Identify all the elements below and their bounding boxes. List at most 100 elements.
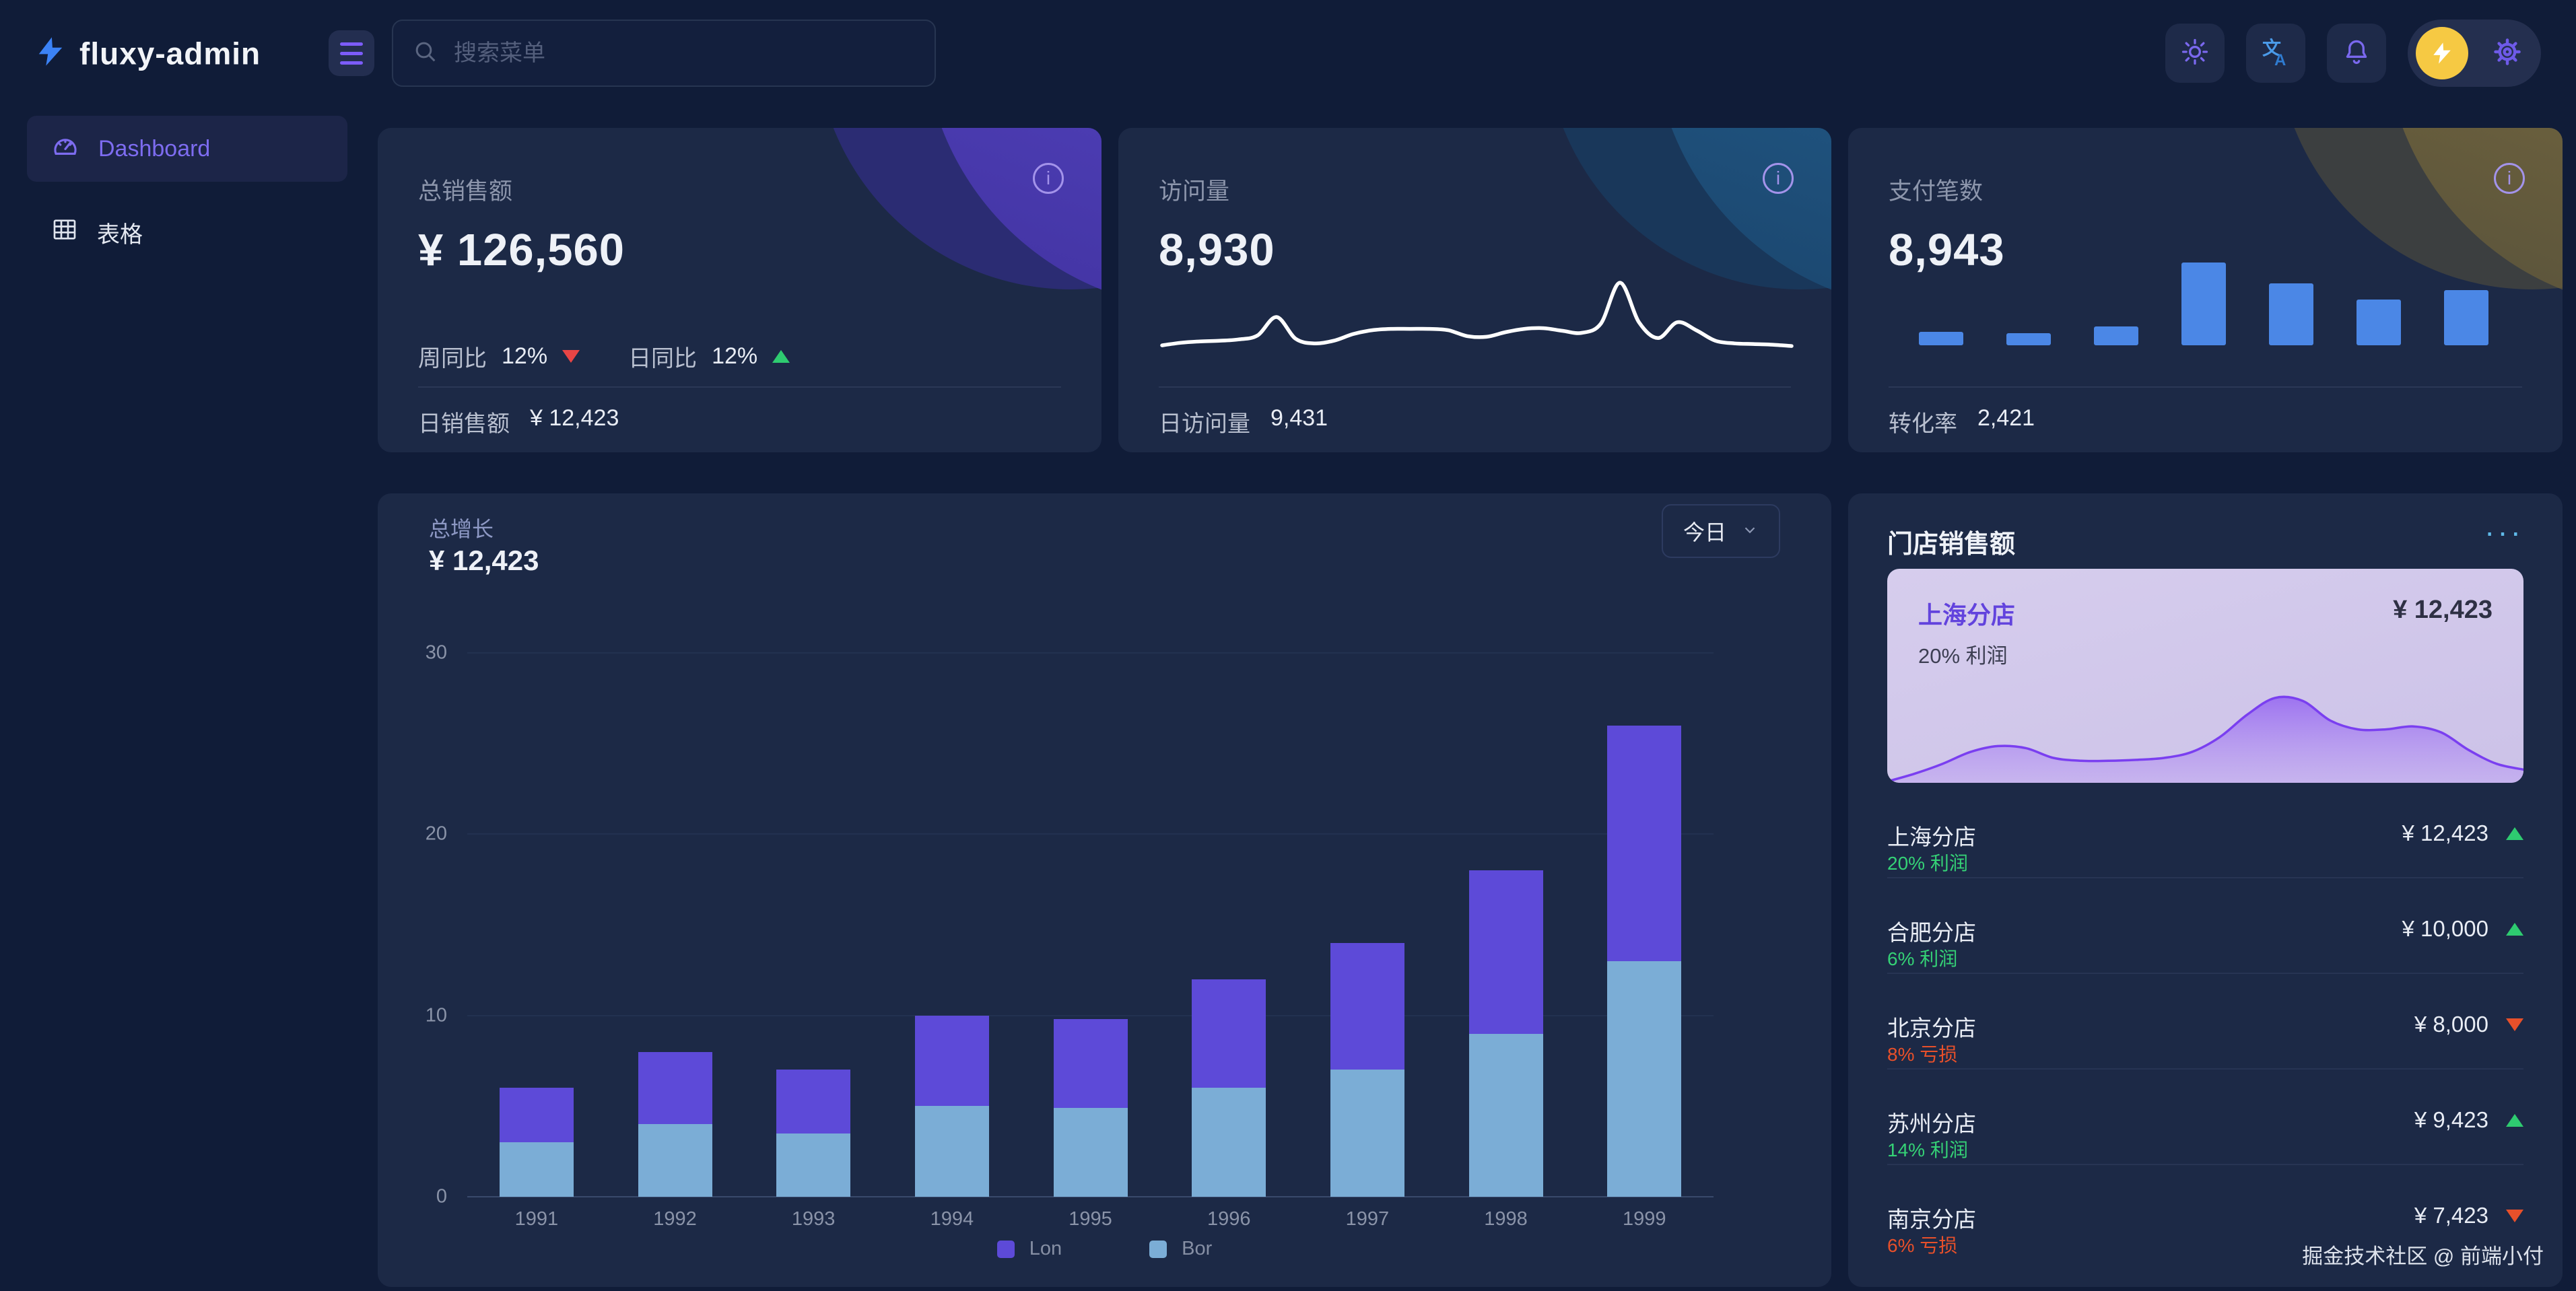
svg-text:A: A <box>2274 51 2286 68</box>
triangle-up-icon <box>2506 923 2523 936</box>
store-row[interactable]: 上海分店20% 利润¥ 12,423 <box>1887 810 2523 905</box>
store-value-group: ¥ 10,000 <box>2402 916 2523 942</box>
x-axis-label: 1993 <box>744 1208 883 1230</box>
store-name: 合肥分店 <box>1887 915 1976 947</box>
y-axis-tick: 20 <box>426 823 447 845</box>
store-value-group: ¥ 12,423 <box>2402 821 2523 846</box>
bar-segment-lon <box>915 1016 989 1107</box>
info-icon[interactable]: i <box>2494 163 2525 194</box>
translate-icon: 文A <box>2260 36 2292 71</box>
y-axis-tick: 30 <box>426 642 447 664</box>
store-row[interactable]: 北京分店8% 亏损¥ 8,000 <box>1887 1001 2523 1096</box>
bar-segment-bor <box>915 1106 989 1197</box>
triangle-down-icon <box>562 350 580 363</box>
x-axis-labels: 199119921993199419951996199719981999 <box>467 1208 1714 1230</box>
growth-value: ¥ 12,423 <box>429 545 539 577</box>
trend-row: 周同比 12% 日同比 12% <box>418 340 790 373</box>
store-value: ¥ 10,000 <box>2402 916 2488 942</box>
y-axis-tick: 0 <box>436 1186 447 1208</box>
mini-bar <box>2444 290 2488 345</box>
bar-segment-lon <box>500 1088 574 1142</box>
stat-value: 8,930 <box>1159 224 1275 276</box>
growth-label: 总增长 <box>429 512 494 543</box>
x-axis-label: 1997 <box>1298 1208 1437 1230</box>
x-axis-label: 1994 <box>883 1208 1021 1230</box>
payments-bar-chart <box>1919 263 2488 345</box>
bar-segment-lon <box>776 1070 850 1133</box>
store-profit-badge: 6% 利润 <box>1887 944 1957 971</box>
bar-segment-bor <box>1469 1034 1543 1197</box>
card-total-growth: 总增长 ¥ 12,423 今日 0 10 20 30 1991199219931994… <box>378 493 1831 1287</box>
bar-segment-bor <box>1192 1088 1266 1197</box>
card-total-sales: i 总销售额 ¥ 126,560 周同比 12% 日同比 12% 日销售额 ¥ … <box>378 128 1101 452</box>
bar-segment-bor <box>1330 1070 1404 1197</box>
mini-bar <box>2006 333 2051 345</box>
store-value-group: ¥ 9,423 <box>2414 1107 2523 1133</box>
decorative-circle <box>1545 128 1831 289</box>
divider <box>1889 386 2522 388</box>
stat-label: 支付笔数 <box>1889 172 1983 207</box>
store-name: 上海分店 <box>1887 819 1976 851</box>
gridline <box>467 833 1714 835</box>
store-name: 北京分店 <box>1887 1010 1976 1043</box>
visits-line-chart <box>1159 277 1795 353</box>
user-avatar[interactable] <box>2416 27 2468 79</box>
hamburger-icon <box>340 42 363 46</box>
store-row[interactable]: 苏州分店14% 利润¥ 9,423 <box>1887 1096 2523 1192</box>
x-axis-label: 1998 <box>1437 1208 1575 1230</box>
legend-item-lon[interactable]: Lon <box>997 1238 1062 1260</box>
gear-icon[interactable] <box>2491 36 2523 71</box>
theme-toggle-button[interactable] <box>2165 24 2225 83</box>
store-row[interactable]: 合肥分店6% 利润 ¥ 10,000 <box>1887 905 2523 1001</box>
decorative-circle <box>815 128 1101 289</box>
header: fluxy-admin 文A <box>0 0 2576 106</box>
sidebar-item-label: 表格 <box>97 216 143 249</box>
sidebar: Dashboard 表格 <box>0 106 374 1291</box>
stat-footer: 转化率 2,421 <box>1889 405 2035 438</box>
stat-footer: 日访问量 9,431 <box>1159 405 1328 438</box>
date-range-dropdown[interactable]: 今日 <box>1662 504 1780 558</box>
credit-text: 掘金技术社区 @ 前端小付 <box>2302 1239 2544 1269</box>
more-options-icon[interactable]: ··· <box>2484 514 2523 550</box>
y-axis-tick: 10 <box>426 1004 447 1026</box>
info-icon[interactable]: i <box>1763 163 1794 194</box>
triangle-up-icon <box>2506 1114 2523 1127</box>
mini-bar <box>2094 326 2138 345</box>
stacked-bar <box>500 1088 574 1197</box>
legend-swatch <box>997 1241 1015 1258</box>
store-value-group: ¥ 7,423 <box>2414 1203 2523 1228</box>
x-axis-label: 1992 <box>606 1208 745 1230</box>
legend-item-bor[interactable]: Bor <box>1149 1238 1212 1260</box>
header-actions: 文A <box>2165 20 2541 87</box>
language-button[interactable]: 文A <box>2246 24 2305 83</box>
sun-icon <box>2180 37 2210 70</box>
store-value: ¥ 12,423 <box>2402 821 2488 846</box>
stacked-bar <box>1054 1019 1128 1197</box>
stat-value: ¥ 126,560 <box>418 224 625 276</box>
bar-segment-lon <box>1192 979 1266 1088</box>
user-menu[interactable] <box>2408 20 2541 87</box>
notifications-button[interactable] <box>2327 24 2386 83</box>
search-bar[interactable] <box>392 20 936 87</box>
week-trend: 周同比 12% <box>418 340 580 373</box>
stat-label: 总销售额 <box>418 172 512 207</box>
mini-bar <box>2181 263 2226 345</box>
stacked-bar <box>1330 943 1404 1197</box>
hamburger-menu-button[interactable] <box>329 30 374 76</box>
sidebar-item-table[interactable]: 表格 <box>27 199 347 265</box>
day-trend: 日同比 12% <box>628 340 790 373</box>
info-icon[interactable]: i <box>1033 163 1064 194</box>
chevron-down-icon <box>1741 519 1759 544</box>
legend-swatch <box>1149 1241 1167 1258</box>
app-logo: fluxy-admin <box>35 33 261 74</box>
bar-segment-lon <box>1330 943 1404 1070</box>
store-profit-badge: 6% 亏损 <box>1887 1231 1957 1258</box>
stat-footer: 日销售额 ¥ 12,423 <box>418 405 619 438</box>
card-store-sales: 门店销售额 ··· 上海分店 ¥ 12,423 20% 利润 上海分店20% 利… <box>1848 493 2563 1287</box>
sidebar-item-dashboard[interactable]: Dashboard <box>27 116 347 182</box>
store-highlight-card[interactable]: 上海分店 ¥ 12,423 20% 利润 <box>1887 569 2523 783</box>
chart-legend: Lon Bor <box>378 1238 1831 1260</box>
bar-segment-bor <box>1607 961 1681 1197</box>
bar-segment-bor <box>638 1124 712 1197</box>
search-input[interactable] <box>454 40 916 67</box>
